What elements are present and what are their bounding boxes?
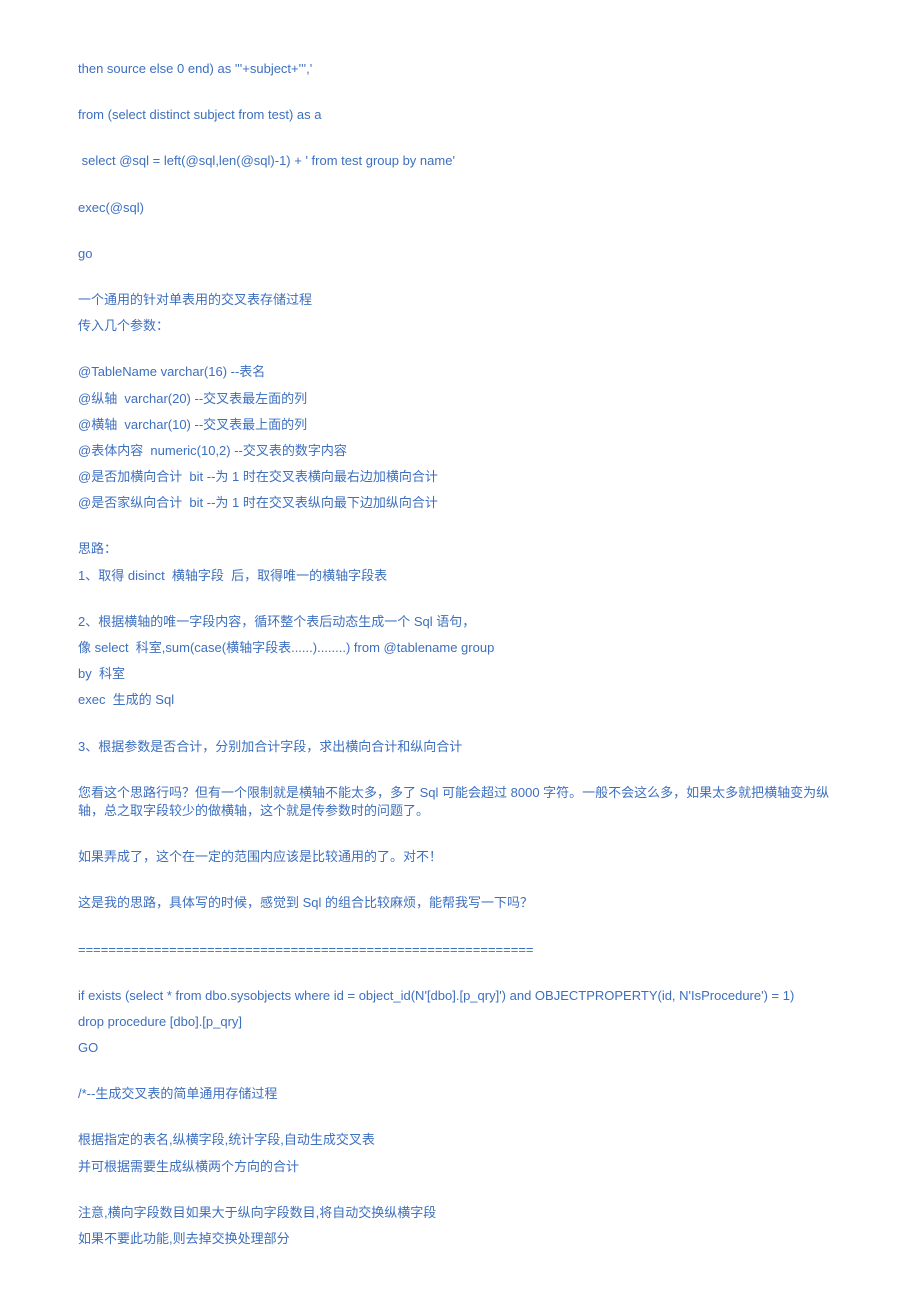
text-line: go [78,245,842,263]
text-line: by 科室 [78,665,842,683]
document-body: then source else 0 end) as '''+subject+'… [78,60,842,1248]
text-line: exec(@sql) [78,199,842,217]
text-line: @横轴 varchar(10) --交叉表最上面的列 [78,416,842,434]
text-line: drop procedure [dbo].[p_qry] [78,1013,842,1031]
text-line: 一个通用的针对单表用的交叉表存储过程 [78,291,842,309]
text-line: select @sql = left(@sql,len(@sql)-1) + '… [78,152,842,170]
text-line: @TableName varchar(16) --表名 [78,363,842,381]
text-line: @是否家纵向合计 bit --为 1 时在交叉表纵向最下边加纵向合计 [78,494,842,512]
text-line: GO [78,1039,842,1057]
text-line: 这是我的思路，具体写的时候，感觉到 Sql 的组合比较麻烦，能帮我写一下吗？ [78,894,842,912]
text-line: if exists (select * from dbo.sysobjects … [78,987,842,1005]
text-line: 思路： [78,540,842,558]
text-line: 注意,横向字段数目如果大于纵向字段数目,将自动交换纵横字段 [78,1204,842,1222]
text-line: 像 select 科室,sum(case(横轴字段表......).......… [78,639,842,657]
text-line: 根据指定的表名,纵横字段,统计字段,自动生成交叉表 [78,1131,842,1149]
text-line: 如果不要此功能,则去掉交换处理部分 [78,1230,842,1248]
text-line: 并可根据需要生成纵横两个方向的合计 [78,1158,842,1176]
text-line: @表体内容 numeric(10,2) --交叉表的数字内容 [78,442,842,460]
text-line: 1、取得 disinct 横轴字段 后，取得唯一的横轴字段表 [78,567,842,585]
text-line: 传入几个参数： [78,317,842,335]
text-line: 如果弄成了，这个在一定的范围内应该是比较通用的了。对不！ [78,848,842,866]
text-line: @纵轴 varchar(20) --交叉表最左面的列 [78,390,842,408]
text-line: @是否加横向合计 bit --为 1 时在交叉表横向最右边加横向合计 [78,468,842,486]
text-line: 3、根据参数是否合计，分别加合计字段，求出横向合计和纵向合计 [78,738,842,756]
text-line: from (select distinct subject from test)… [78,106,842,124]
text-line: exec 生成的 Sql [78,691,842,709]
text-line: 您看这个思路行吗？但有一个限制就是横轴不能太多，多了 Sql 可能会超过 800… [78,784,842,820]
text-line: 2、根据横轴的唯一字段内容，循环整个表后动态生成一个 Sql 语句， [78,613,842,631]
text-line: then source else 0 end) as '''+subject+'… [78,60,842,78]
text-line: /*--生成交叉表的简单通用存储过程 [78,1085,842,1103]
text-line: ========================================… [78,941,842,959]
